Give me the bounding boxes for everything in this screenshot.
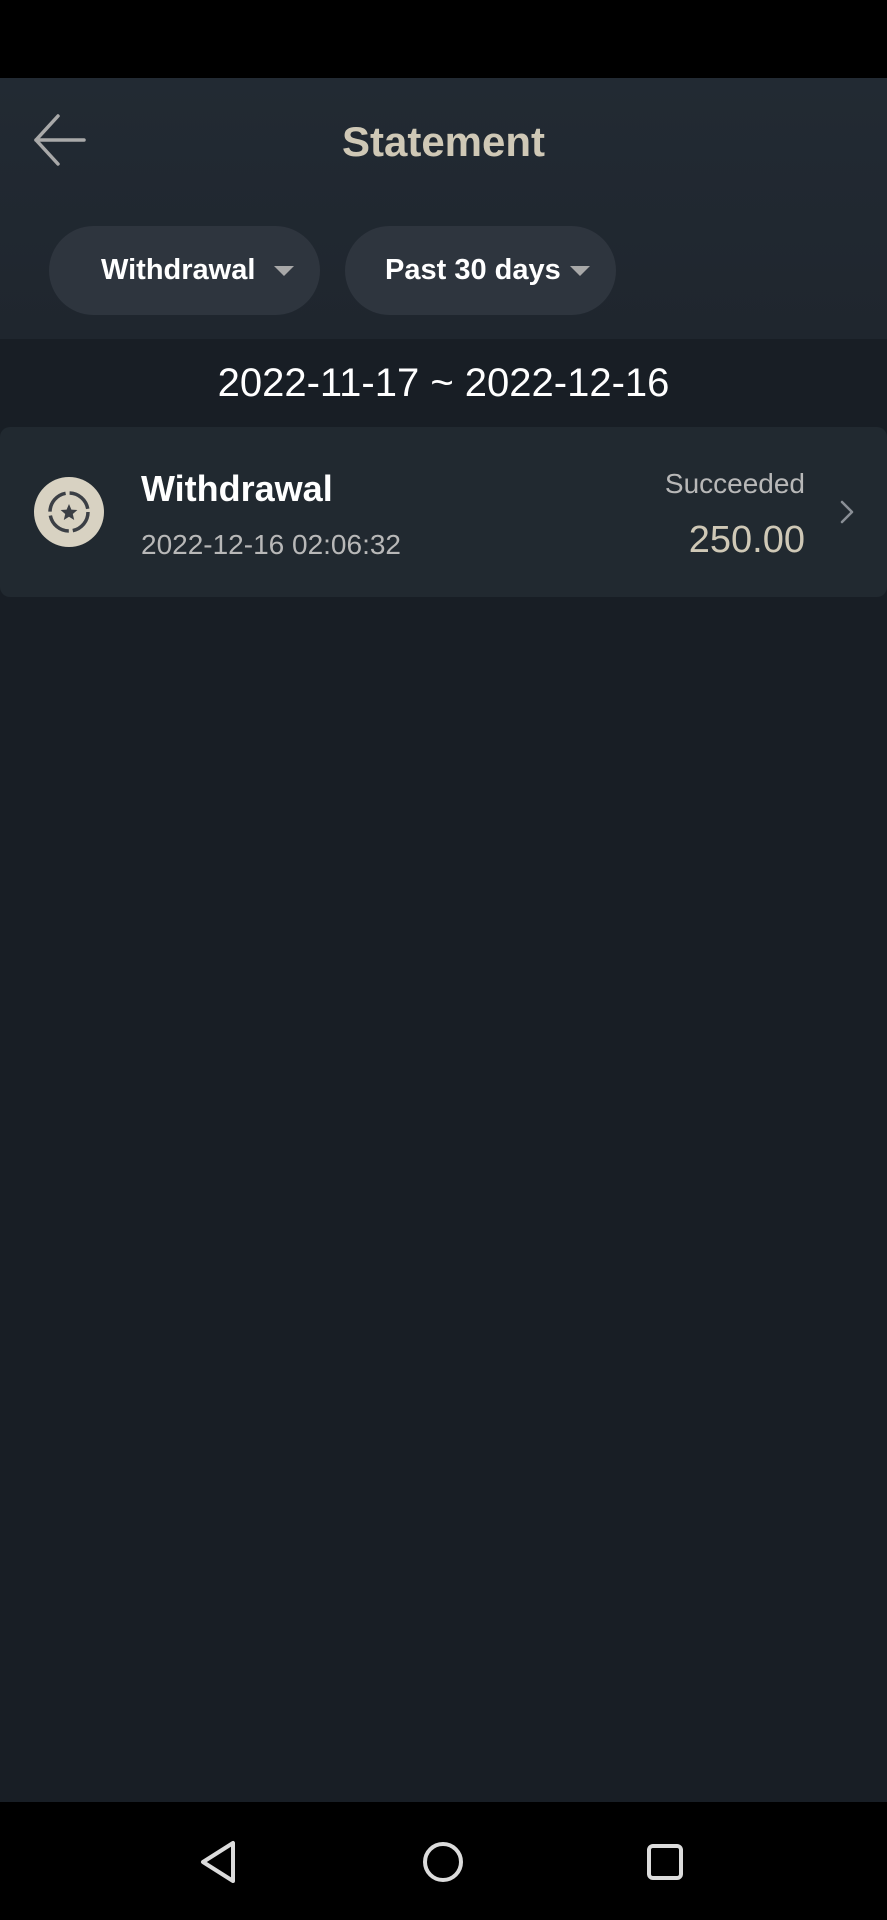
transaction-type: Withdrawal [141,468,333,509]
nav-home-button[interactable] [416,1835,470,1889]
square-recents-icon [647,1844,683,1880]
date-range-text: 2022-11-17 ~ 2022-12-16 [217,361,670,405]
date-range-filter-label: Past 30 days [385,254,561,286]
caret-down-icon [570,266,590,276]
statement-screen: Statement Withdrawal Past 30 days 2022-1… [0,0,887,1920]
transaction-time: 2022-12-16 02:06:32 [141,529,401,560]
status-bar [0,0,887,78]
type-filter-label: Withdrawal [101,254,256,286]
nav-recents-button[interactable] [638,1835,692,1889]
type-filter-dropdown[interactable]: Withdrawal [49,226,320,315]
coin-star-icon [34,477,104,547]
triangle-back-icon [201,1841,235,1883]
chevron-right-icon [837,497,857,527]
transaction-row[interactable]: Withdrawal 2022-12-16 02:06:32 Succeeded… [0,427,887,597]
page-title: Statement [341,118,546,165]
transaction-status: Succeeded [664,468,805,499]
circle-home-icon [423,1842,463,1882]
transaction-amount: 250.00 [688,519,805,561]
date-range-filter-dropdown[interactable]: Past 30 days [345,226,616,315]
caret-down-icon [274,266,294,276]
nav-back-button[interactable] [193,1835,247,1889]
